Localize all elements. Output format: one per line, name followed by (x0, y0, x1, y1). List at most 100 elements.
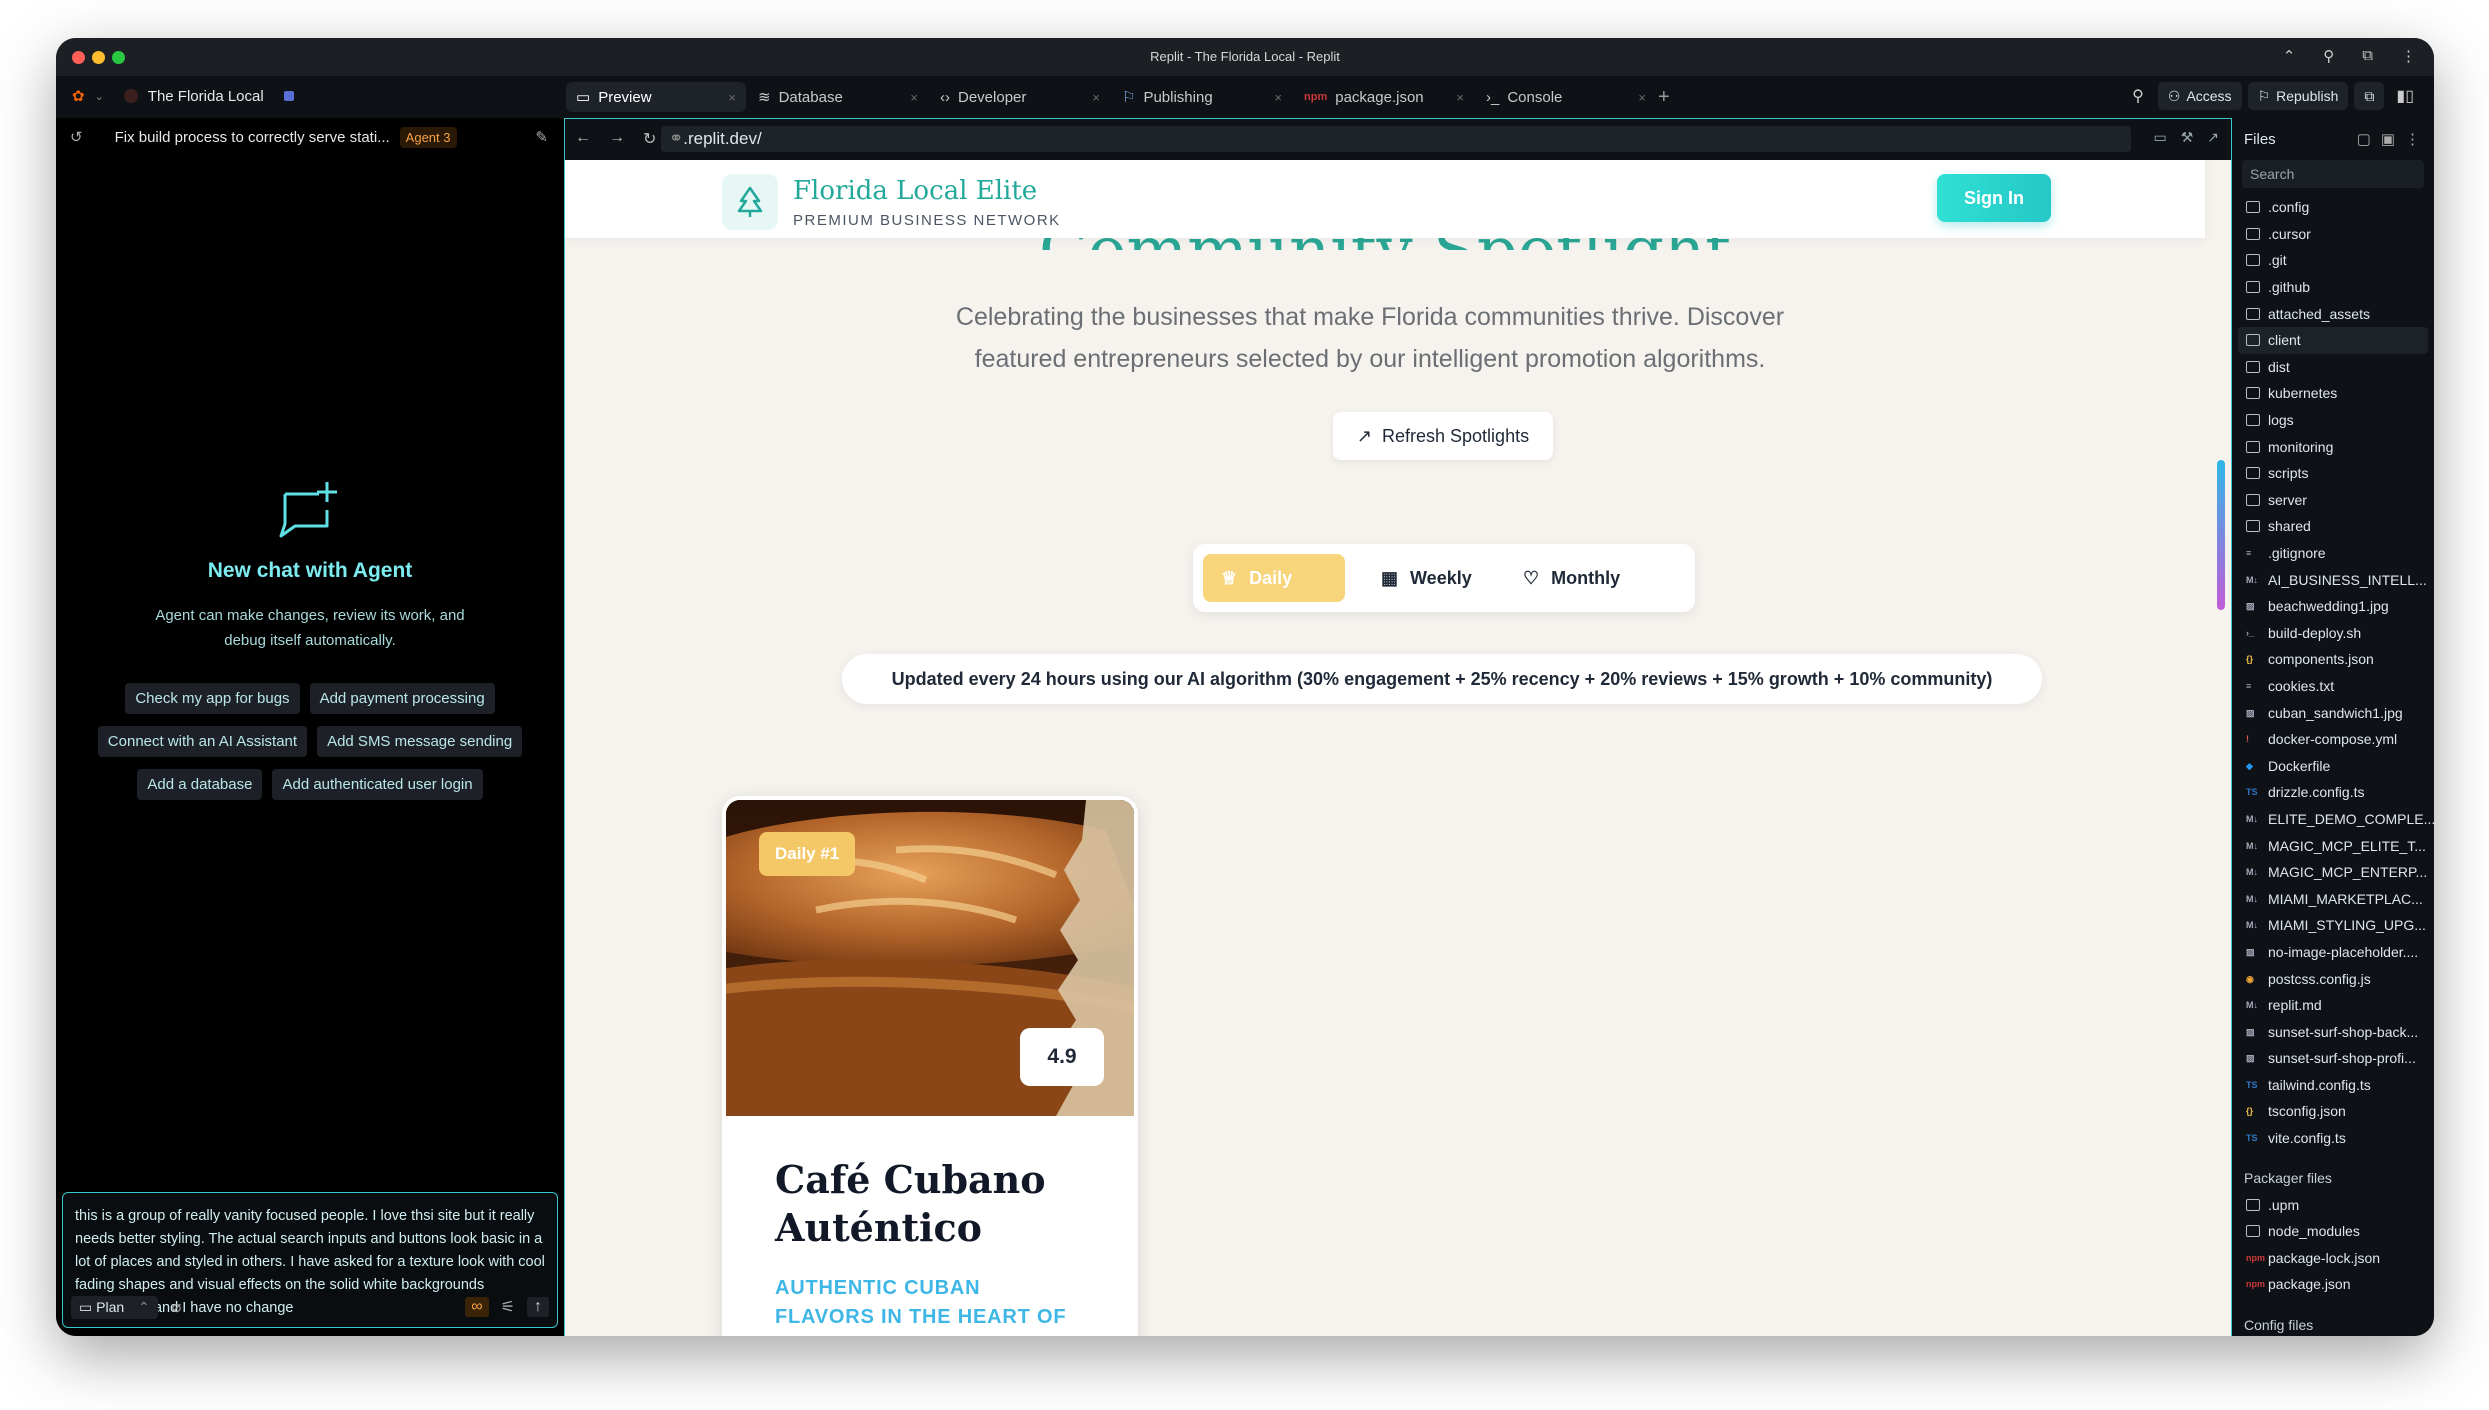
file-item[interactable]: npm package.json (2232, 1271, 2434, 1298)
period-monthly[interactable]: ♡ Monthly (1505, 554, 1665, 602)
sign-in-button[interactable]: Sign In (1937, 174, 2051, 222)
reload-icon[interactable]: ↻ (643, 129, 656, 149)
devices-icon[interactable]: ▭ (2153, 129, 2166, 146)
file-item[interactable]: ≡ .gitignore (2232, 540, 2434, 567)
file-item[interactable]: ▨ sunset-surf-shop-profi... (2232, 1045, 2434, 1072)
file-item[interactable]: scripts (2232, 460, 2434, 487)
file-item[interactable]: ≡ cookies.txt (2232, 673, 2434, 700)
file-item[interactable]: .git (2232, 247, 2434, 274)
file-item[interactable]: dist (2232, 354, 2434, 381)
file-item[interactable]: M↓ replit.md (2232, 992, 2434, 1019)
file-item[interactable]: M↓ MAGIC_MCP_ENTERP... (2232, 859, 2434, 886)
close-tab-icon[interactable]: × (1456, 90, 1464, 105)
file-item[interactable]: TS vite.config.ts (2232, 1125, 2434, 1152)
infinity-icon[interactable]: ∞ (465, 1297, 489, 1317)
chevron-up-icon[interactable]: ⌃ (2283, 47, 2296, 65)
thread-title[interactable]: Fix build process to correctly serve sta… (115, 129, 390, 146)
extensions-icon[interactable]: ⧉ (2362, 47, 2373, 65)
period-daily[interactable]: ♕ Daily (1203, 554, 1345, 602)
suggestion-chip[interactable]: Add SMS message sending (317, 726, 523, 757)
settings-sliders-icon[interactable]: ⚟ (501, 1297, 515, 1317)
devtools-icon[interactable]: ⚒ (2181, 129, 2194, 146)
file-item[interactable]: ›_ build-deploy.sh (2232, 620, 2434, 647)
new-folder-icon[interactable]: ▣ (2381, 130, 2395, 148)
files-search-input[interactable]: Search (2242, 160, 2424, 188)
layout-toggle-icon[interactable]: ▮▯ (2390, 86, 2420, 106)
file-item[interactable]: ▨ sunset-surf-shop-back... (2232, 1018, 2434, 1045)
file-item[interactable]: M↓ MIAMI_STYLING_UPG... (2232, 912, 2434, 939)
history-icon[interactable]: ↺ (70, 128, 83, 146)
more-icon[interactable]: ⋮ (2401, 47, 2416, 65)
file-item[interactable]: .github (2232, 274, 2434, 301)
file-item[interactable]: npm package-lock.json (2232, 1245, 2434, 1272)
file-item[interactable]: {} components.json (2232, 646, 2434, 673)
suggestion-chip[interactable]: Add payment processing (309, 683, 495, 714)
tab-developer[interactable]: ‹› Developer × (930, 82, 1110, 112)
project-switcher[interactable]: ✿ ⌄ The Florida Local (72, 87, 294, 105)
file-item[interactable]: kubernetes (2232, 380, 2434, 407)
file-item[interactable]: ◉ postcss.config.js (2232, 965, 2434, 992)
close-tab-icon[interactable]: × (728, 90, 736, 105)
close-tab-icon[interactable]: × (1274, 90, 1282, 105)
file-item[interactable]: ◆ Dockerfile (2232, 752, 2434, 779)
file-item[interactable]: M↓ AI_BUSINESS_INTELL... (2232, 566, 2434, 593)
file-item[interactable]: node_modules (2232, 1218, 2434, 1245)
tab-database[interactable]: ≋ Database × (748, 82, 928, 112)
tab-package-json[interactable]: npm package.json × (1294, 82, 1474, 112)
tab-preview[interactable]: ▭ Preview × (566, 82, 746, 112)
url-field[interactable]: ⚭.replit.dev/ (661, 126, 2131, 152)
file-item[interactable]: logs (2232, 407, 2434, 434)
sync-icon[interactable]: ⧉ (2354, 82, 2385, 110)
file-item[interactable]: .config (2232, 194, 2434, 221)
access-button[interactable]: ⚇ Access (2157, 82, 2242, 110)
tab-publishing[interactable]: ⚐ Publishing × (1112, 82, 1292, 112)
file-item[interactable]: M↓ ELITE_DEMO_COMPLE... (2232, 806, 2434, 833)
file-item[interactable]: ▨ beachwedding1.jpg (2232, 593, 2434, 620)
tree-logo-icon[interactable] (722, 174, 778, 230)
file-item[interactable]: TS drizzle.config.ts (2232, 779, 2434, 806)
suggestion-chip[interactable]: Connect with an AI Assistant (97, 726, 308, 757)
file-item[interactable]: monitoring (2232, 433, 2434, 460)
period-weekly[interactable]: ▦ Weekly (1363, 554, 1493, 602)
forward-icon[interactable]: → (609, 129, 625, 149)
search-icon[interactable]: ⚲ (2124, 86, 2152, 106)
new-tab-button[interactable]: + (1658, 86, 1670, 109)
back-icon[interactable]: ← (575, 129, 591, 149)
file-item[interactable]: ▨ no-image-placeholder.... (2232, 939, 2434, 966)
file-item[interactable]: TS tailwind.config.ts (2232, 1072, 2434, 1099)
refresh-spotlights-button[interactable]: ↗ Refresh Spotlights (1333, 412, 1553, 460)
close-tab-icon[interactable]: × (1638, 90, 1646, 105)
replit-logo-icon: ✿ (72, 88, 85, 105)
file-item[interactable]: attached_assets (2232, 300, 2434, 327)
file-item[interactable]: client (2238, 326, 2428, 354)
file-item[interactable]: shared (2232, 513, 2434, 540)
attach-icon[interactable]: ⌀ (172, 1297, 182, 1317)
new-chat-icon[interactable]: ✎ (535, 128, 548, 146)
send-button[interactable]: ↑ (527, 1297, 549, 1317)
file-item[interactable]: ▨ cuban_sandwich1.jpg (2232, 699, 2434, 726)
page-scrollbar[interactable] (2217, 460, 2225, 610)
republish-button[interactable]: ⚐ Republish (2247, 82, 2349, 110)
new-file-icon[interactable]: ▢ (2357, 130, 2371, 148)
suggestion-chip[interactable]: Check my app for bugs (125, 683, 300, 714)
business-name[interactable]: Café Cubano Auténtico (775, 1156, 1105, 1252)
spotlight-card[interactable]: Daily #1 4.9 Café Cubano Auténtico AUTHE… (722, 796, 1138, 1336)
external-link-icon[interactable]: ↗ (2207, 129, 2219, 146)
file-item[interactable]: .upm (2232, 1191, 2434, 1218)
file-item[interactable]: {} tsconfig.json (2232, 1098, 2434, 1125)
file-item[interactable]: ! docker-compose.yml (2232, 726, 2434, 753)
suggestion-chip[interactable]: Add authenticated user login (272, 769, 483, 800)
close-tab-icon[interactable]: × (1092, 90, 1100, 105)
file-item[interactable]: M↓ MIAMI_MARKETPLAC... (2232, 885, 2434, 912)
mode-select[interactable]: ▭ Plan ⌃ (71, 1295, 158, 1319)
tab-console[interactable]: ›_ Console × (1476, 82, 1656, 112)
file-item[interactable]: M↓ MAGIC_MCP_ELITE_T... (2232, 832, 2434, 859)
more-icon[interactable]: ⋮ (2405, 130, 2420, 148)
site-brand[interactable]: Florida Local Elite (793, 176, 1037, 206)
agent-composer[interactable]: this is a group of really vanity focused… (62, 1192, 558, 1328)
file-item[interactable]: server (2232, 487, 2434, 514)
suggestion-chip[interactable]: Add a database (137, 769, 263, 800)
close-tab-icon[interactable]: × (910, 90, 918, 105)
search-icon[interactable]: ⚲ (2323, 47, 2334, 65)
file-item[interactable]: .cursor (2232, 221, 2434, 248)
